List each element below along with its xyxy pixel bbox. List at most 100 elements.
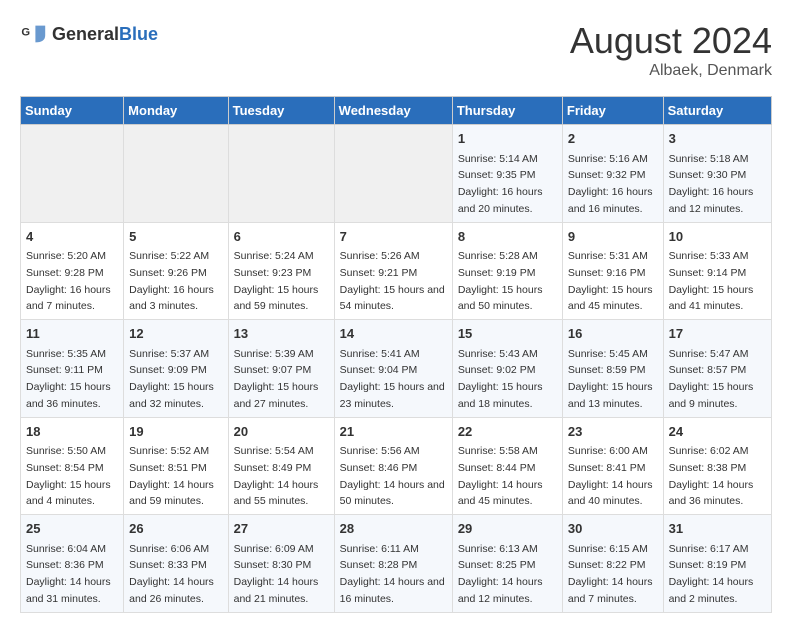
calendar-header-row: SundayMondayTuesdayWednesdayThursdayFrid… (21, 97, 772, 125)
calendar-cell: 18 Sunrise: 5:50 AMSunset: 8:54 PMDaylig… (21, 417, 124, 515)
day-info: Sunrise: 6:00 AMSunset: 8:41 PMDaylight:… (568, 445, 653, 507)
day-number: 26 (129, 519, 222, 539)
calendar-cell: 2 Sunrise: 5:16 AMSunset: 9:32 PMDayligh… (562, 125, 663, 223)
day-info: Sunrise: 6:06 AMSunset: 8:33 PMDaylight:… (129, 543, 214, 605)
day-info: Sunrise: 5:14 AMSunset: 9:35 PMDaylight:… (458, 153, 543, 215)
calendar-cell: 10 Sunrise: 5:33 AMSunset: 9:14 PMDaylig… (663, 222, 771, 320)
svg-text:G: G (21, 26, 30, 38)
day-info: Sunrise: 5:54 AMSunset: 8:49 PMDaylight:… (234, 445, 319, 507)
day-number: 24 (669, 422, 766, 442)
day-number: 28 (340, 519, 447, 539)
calendar-cell (21, 125, 124, 223)
day-number: 31 (669, 519, 766, 539)
day-number: 8 (458, 227, 557, 247)
calendar-header-tuesday: Tuesday (228, 97, 334, 125)
day-info: Sunrise: 6:11 AMSunset: 8:28 PMDaylight:… (340, 543, 445, 605)
calendar-table: SundayMondayTuesdayWednesdayThursdayFrid… (20, 96, 772, 613)
calendar-cell (124, 125, 228, 223)
calendar-cell: 31 Sunrise: 6:17 AMSunset: 8:19 PMDaylig… (663, 515, 771, 613)
day-info: Sunrise: 5:50 AMSunset: 8:54 PMDaylight:… (26, 445, 111, 507)
day-number: 16 (568, 324, 658, 344)
title-block: August 2024 Albaek, Denmark (570, 20, 772, 80)
calendar-header-wednesday: Wednesday (334, 97, 452, 125)
day-number: 6 (234, 227, 329, 247)
day-number: 4 (26, 227, 118, 247)
calendar-cell: 29 Sunrise: 6:13 AMSunset: 8:25 PMDaylig… (452, 515, 562, 613)
day-info: Sunrise: 6:04 AMSunset: 8:36 PMDaylight:… (26, 543, 111, 605)
calendar-cell: 28 Sunrise: 6:11 AMSunset: 8:28 PMDaylig… (334, 515, 452, 613)
calendar-cell: 17 Sunrise: 5:47 AMSunset: 8:57 PMDaylig… (663, 320, 771, 418)
day-number: 30 (568, 519, 658, 539)
calendar-cell: 4 Sunrise: 5:20 AMSunset: 9:28 PMDayligh… (21, 222, 124, 320)
day-number: 13 (234, 324, 329, 344)
day-number: 11 (26, 324, 118, 344)
day-number: 20 (234, 422, 329, 442)
day-number: 14 (340, 324, 447, 344)
day-info: Sunrise: 6:02 AMSunset: 8:38 PMDaylight:… (669, 445, 754, 507)
calendar-cell: 20 Sunrise: 5:54 AMSunset: 8:49 PMDaylig… (228, 417, 334, 515)
day-number: 3 (669, 129, 766, 149)
calendar-cell: 27 Sunrise: 6:09 AMSunset: 8:30 PMDaylig… (228, 515, 334, 613)
calendar-cell: 23 Sunrise: 6:00 AMSunset: 8:41 PMDaylig… (562, 417, 663, 515)
day-number: 29 (458, 519, 557, 539)
calendar-cell: 24 Sunrise: 6:02 AMSunset: 8:38 PMDaylig… (663, 417, 771, 515)
day-info: Sunrise: 5:41 AMSunset: 9:04 PMDaylight:… (340, 348, 445, 410)
day-info: Sunrise: 5:39 AMSunset: 9:07 PMDaylight:… (234, 348, 319, 410)
calendar-cell: 6 Sunrise: 5:24 AMSunset: 9:23 PMDayligh… (228, 222, 334, 320)
day-info: Sunrise: 6:13 AMSunset: 8:25 PMDaylight:… (458, 543, 543, 605)
day-info: Sunrise: 5:24 AMSunset: 9:23 PMDaylight:… (234, 250, 319, 312)
calendar-cell (228, 125, 334, 223)
day-number: 17 (669, 324, 766, 344)
calendar-cell: 5 Sunrise: 5:22 AMSunset: 9:26 PMDayligh… (124, 222, 228, 320)
calendar-header-saturday: Saturday (663, 97, 771, 125)
day-number: 9 (568, 227, 658, 247)
calendar-cell: 30 Sunrise: 6:15 AMSunset: 8:22 PMDaylig… (562, 515, 663, 613)
calendar-cell: 11 Sunrise: 5:35 AMSunset: 9:11 PMDaylig… (21, 320, 124, 418)
calendar-cell: 15 Sunrise: 5:43 AMSunset: 9:02 PMDaylig… (452, 320, 562, 418)
day-info: Sunrise: 5:45 AMSunset: 8:59 PMDaylight:… (568, 348, 653, 410)
day-number: 23 (568, 422, 658, 442)
calendar-week-row: 4 Sunrise: 5:20 AMSunset: 9:28 PMDayligh… (21, 222, 772, 320)
day-info: Sunrise: 5:20 AMSunset: 9:28 PMDaylight:… (26, 250, 111, 312)
calendar-cell: 14 Sunrise: 5:41 AMSunset: 9:04 PMDaylig… (334, 320, 452, 418)
calendar-cell: 13 Sunrise: 5:39 AMSunset: 9:07 PMDaylig… (228, 320, 334, 418)
day-info: Sunrise: 5:37 AMSunset: 9:09 PMDaylight:… (129, 348, 214, 410)
logo-icon: G (20, 20, 48, 48)
day-info: Sunrise: 6:15 AMSunset: 8:22 PMDaylight:… (568, 543, 653, 605)
day-number: 10 (669, 227, 766, 247)
day-number: 5 (129, 227, 222, 247)
day-number: 2 (568, 129, 658, 149)
calendar-week-row: 1 Sunrise: 5:14 AMSunset: 9:35 PMDayligh… (21, 125, 772, 223)
calendar-cell: 26 Sunrise: 6:06 AMSunset: 8:33 PMDaylig… (124, 515, 228, 613)
calendar-header-sunday: Sunday (21, 97, 124, 125)
day-info: Sunrise: 5:47 AMSunset: 8:57 PMDaylight:… (669, 348, 754, 410)
day-info: Sunrise: 6:09 AMSunset: 8:30 PMDaylight:… (234, 543, 319, 605)
calendar-cell: 8 Sunrise: 5:28 AMSunset: 9:19 PMDayligh… (452, 222, 562, 320)
day-info: Sunrise: 6:17 AMSunset: 8:19 PMDaylight:… (669, 543, 754, 605)
calendar-cell (334, 125, 452, 223)
day-info: Sunrise: 5:18 AMSunset: 9:30 PMDaylight:… (669, 153, 754, 215)
day-info: Sunrise: 5:31 AMSunset: 9:16 PMDaylight:… (568, 250, 653, 312)
calendar-cell: 16 Sunrise: 5:45 AMSunset: 8:59 PMDaylig… (562, 320, 663, 418)
logo-text-general: General (52, 24, 119, 44)
calendar-cell: 3 Sunrise: 5:18 AMSunset: 9:30 PMDayligh… (663, 125, 771, 223)
day-number: 1 (458, 129, 557, 149)
calendar-cell: 22 Sunrise: 5:58 AMSunset: 8:44 PMDaylig… (452, 417, 562, 515)
day-info: Sunrise: 5:58 AMSunset: 8:44 PMDaylight:… (458, 445, 543, 507)
calendar-cell: 9 Sunrise: 5:31 AMSunset: 9:16 PMDayligh… (562, 222, 663, 320)
calendar-week-row: 18 Sunrise: 5:50 AMSunset: 8:54 PMDaylig… (21, 417, 772, 515)
calendar-week-row: 25 Sunrise: 6:04 AMSunset: 8:36 PMDaylig… (21, 515, 772, 613)
calendar-cell: 7 Sunrise: 5:26 AMSunset: 9:21 PMDayligh… (334, 222, 452, 320)
day-number: 12 (129, 324, 222, 344)
subtitle: Albaek, Denmark (570, 62, 772, 80)
calendar-header-monday: Monday (124, 97, 228, 125)
day-number: 25 (26, 519, 118, 539)
day-info: Sunrise: 5:26 AMSunset: 9:21 PMDaylight:… (340, 250, 445, 312)
calendar-cell: 1 Sunrise: 5:14 AMSunset: 9:35 PMDayligh… (452, 125, 562, 223)
day-info: Sunrise: 5:43 AMSunset: 9:02 PMDaylight:… (458, 348, 543, 410)
day-number: 27 (234, 519, 329, 539)
day-info: Sunrise: 5:22 AMSunset: 9:26 PMDaylight:… (129, 250, 214, 312)
day-number: 18 (26, 422, 118, 442)
day-info: Sunrise: 5:33 AMSunset: 9:14 PMDaylight:… (669, 250, 754, 312)
day-number: 15 (458, 324, 557, 344)
